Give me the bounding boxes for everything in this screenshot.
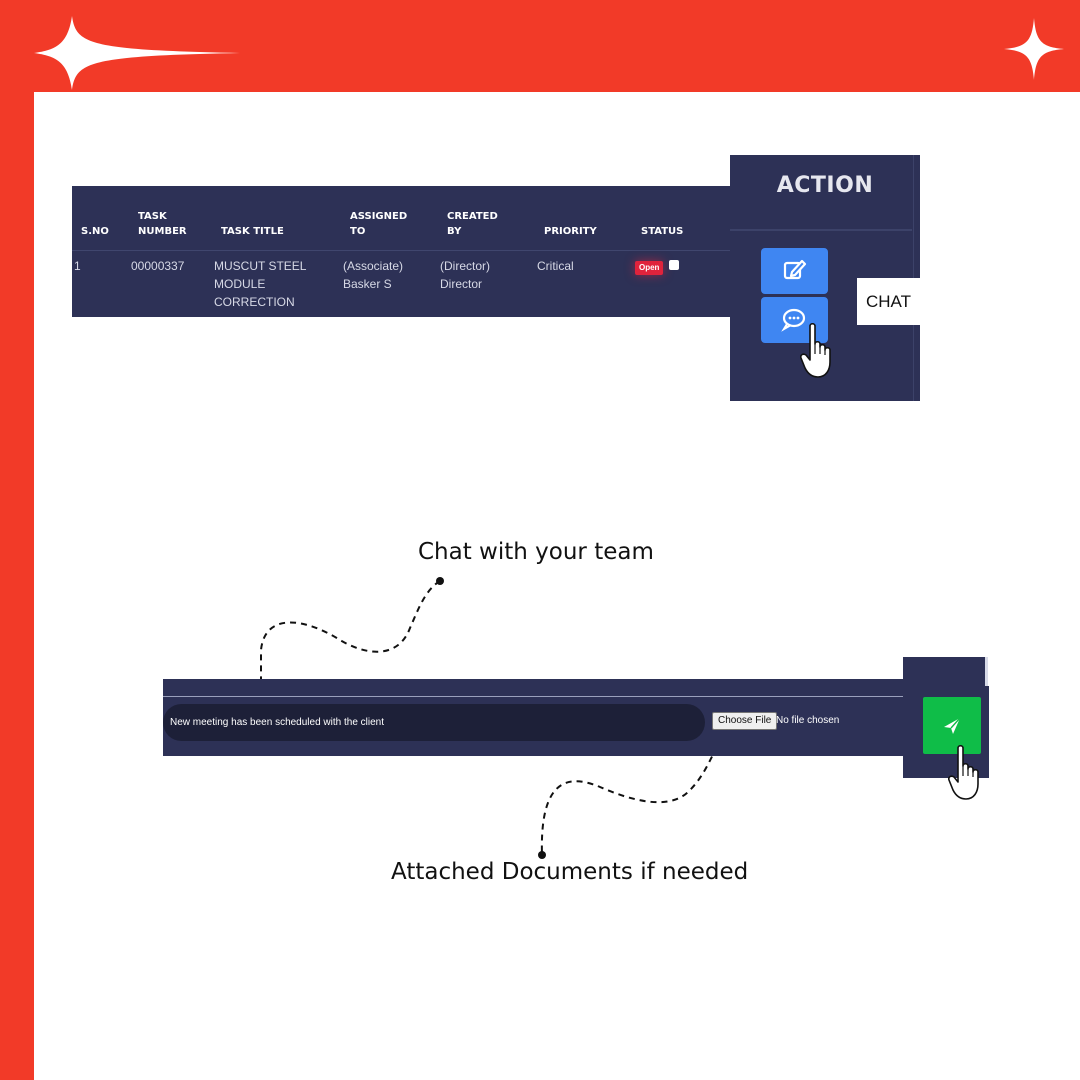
chat-bar-divider	[163, 696, 903, 697]
dashed-connectors	[257, 577, 726, 859]
message-input[interactable]: New meeting has been scheduled with the …	[163, 704, 705, 741]
send-panel-edge	[985, 657, 988, 686]
file-status: No file chosen	[776, 715, 840, 726]
chat-input-bar: New meeting has been scheduled with the …	[163, 679, 903, 756]
hand-pointer-icon	[948, 744, 979, 800]
send-panel-top	[903, 657, 985, 686]
choose-file-button[interactable]: Choose File	[712, 712, 778, 730]
